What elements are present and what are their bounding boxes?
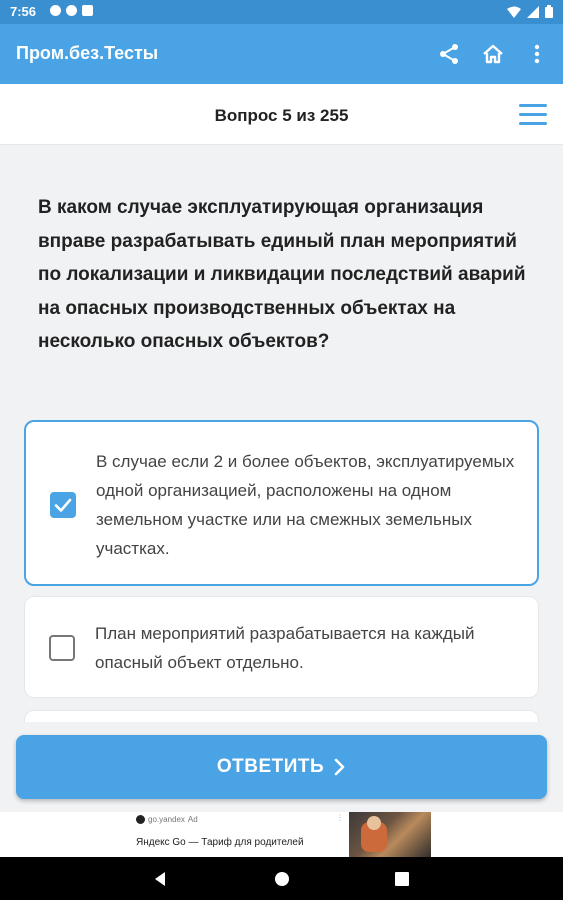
answer-option-text: План мероприятий разрабатывается на кажд… xyxy=(95,624,475,672)
checkmark-icon xyxy=(54,498,72,512)
checkbox-checked[interactable] xyxy=(50,492,76,518)
home-icon xyxy=(483,44,503,64)
share-button[interactable] xyxy=(433,38,465,70)
back-icon xyxy=(155,872,165,886)
answer-option[interactable]: В случае если 2 и более объектов, эксплу… xyxy=(24,420,539,586)
answer-option-text: В случае если 2 и более объектов, эксплу… xyxy=(96,452,515,558)
home-button[interactable] xyxy=(477,38,509,70)
app-bar-actions xyxy=(433,38,553,70)
checkbox-unchecked[interactable] xyxy=(49,635,75,661)
more-vert-icon xyxy=(534,44,540,64)
ad-source: go.yandex Ad xyxy=(136,815,198,824)
status-time: 7:56 xyxy=(10,4,37,19)
more-button[interactable] xyxy=(521,38,553,70)
sd-card-icon xyxy=(82,5,93,16)
question-progress: Вопрос 5 из 255 xyxy=(214,106,349,125)
signal-icon xyxy=(527,5,539,18)
notification-icon xyxy=(66,5,77,16)
home-nav-button[interactable] xyxy=(270,867,294,891)
hamburger-menu-icon xyxy=(519,104,547,125)
share-icon xyxy=(440,44,458,64)
ad-image-child xyxy=(367,816,381,830)
navigation-bar xyxy=(0,857,563,900)
wifi-icon xyxy=(507,6,521,18)
battery-icon xyxy=(545,5,553,18)
status-bar: 7:56 xyxy=(0,0,563,24)
answer-button[interactable]: ОТВЕТИТЬ xyxy=(16,735,547,799)
recents-button[interactable] xyxy=(390,867,414,891)
notification-icons xyxy=(50,5,93,16)
system-icons xyxy=(507,5,553,18)
app-bar: Пром.без.Тесты xyxy=(0,24,563,84)
ad-image[interactable] xyxy=(349,812,431,857)
ad-banner[interactable]: go.yandex Ad ⋮ Яндекс Go — Тариф для род… xyxy=(0,812,563,857)
chevron-right-icon xyxy=(334,758,345,776)
recents-icon xyxy=(395,872,409,886)
questions-menu-button[interactable] xyxy=(517,98,549,130)
question-text: В каком случае эксплуатирующая организац… xyxy=(38,197,526,352)
ad-text: Яндекс Go — Тариф для родителей xyxy=(136,837,304,848)
app-title: Пром.без.Тесты xyxy=(16,43,159,63)
back-button[interactable] xyxy=(148,867,172,891)
ad-options-icon[interactable]: ⋮ xyxy=(336,813,344,822)
ad-logo-icon xyxy=(136,815,145,824)
notification-icon xyxy=(50,5,61,16)
answer-option[interactable]: План мероприятий разрабатывается на кажд… xyxy=(24,596,539,698)
question-header: Вопрос 5 из 255 xyxy=(0,84,563,145)
circle-home-icon xyxy=(275,872,289,886)
ad-domain: go.yandex xyxy=(148,815,185,824)
ad-badge: Ad xyxy=(187,815,198,824)
answer-button-label: ОТВЕТИТЬ xyxy=(216,756,325,777)
